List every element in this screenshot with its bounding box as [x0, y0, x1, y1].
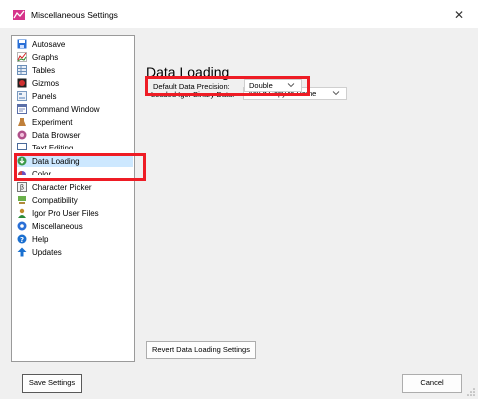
- sidebar-item-igor-pro-user-files[interactable]: Igor Pro User Files: [15, 208, 133, 219]
- sidebar-item-character-picker[interactable]: β Character Picker: [15, 182, 133, 193]
- sidebar-item-panels[interactable]: Panels: [15, 91, 133, 102]
- sidebar-item-label: Updates: [32, 248, 62, 257]
- autosave-icon: [17, 39, 27, 49]
- character-picker-icon: β: [17, 182, 27, 192]
- gizmos-icon: [17, 78, 27, 88]
- sidebar-item-help[interactable]: ? Help: [15, 234, 133, 245]
- sidebar-item-command-window[interactable]: Command Window: [15, 104, 133, 115]
- panels-icon: [17, 91, 27, 101]
- sidebar-item-label: Compatibility: [32, 196, 78, 205]
- sidebar-item-label: Graphs: [32, 53, 59, 62]
- app-icon: [13, 10, 25, 20]
- close-icon: ✕: [453, 8, 465, 22]
- sidebar-item-label: Experiment: [32, 118, 73, 127]
- highlight-data-loading-item: [14, 153, 146, 181]
- sidebar-item-compatibility[interactable]: Compatibility: [15, 195, 133, 206]
- text-editing-icon: [17, 143, 27, 150]
- sidebar-item-updates[interactable]: Updates: [15, 247, 133, 258]
- graphs-icon: [17, 52, 27, 62]
- sidebar-item-label: Panels: [32, 92, 57, 101]
- cancel-button[interactable]: Cancel: [402, 374, 462, 393]
- help-icon: ?: [17, 234, 27, 244]
- svg-text:β: β: [20, 184, 24, 192]
- sidebar-item-label: Help: [32, 235, 49, 244]
- sidebar-item-label: Character Picker: [32, 183, 92, 192]
- user-files-icon: [18, 208, 26, 218]
- sidebar-item-miscellaneous[interactable]: Miscellaneous: [15, 221, 133, 232]
- sidebar-item-autosave[interactable]: Autosave: [15, 39, 133, 50]
- sidebar-item-label: Miscellaneous: [32, 222, 83, 231]
- sidebar-item-label: Autosave: [32, 40, 66, 49]
- sidebar-item-label: Gizmos: [32, 79, 60, 88]
- sidebar-item-experiment[interactable]: Experiment: [15, 117, 133, 128]
- sidebar-item-label: Data Browser: [32, 131, 81, 140]
- compatibility-icon: [18, 196, 26, 204]
- revert-data-loading-settings-button[interactable]: Revert Data Loading Settings: [146, 341, 256, 359]
- miscellaneous-icon: [17, 221, 27, 231]
- updates-icon: [17, 247, 27, 257]
- sidebar-item-tables[interactable]: Tables: [15, 65, 133, 76]
- sidebar-item-data-browser[interactable]: Data Browser: [15, 130, 133, 141]
- revert-button-label: Revert Data Loading Settings: [152, 345, 250, 354]
- sidebar-item-gizmos[interactable]: Gizmos: [15, 78, 133, 89]
- sidebar-item-graphs[interactable]: Graphs: [15, 52, 133, 63]
- resize-grip-icon[interactable]: [466, 387, 476, 397]
- sidebar-item-label: Command Window: [32, 105, 100, 114]
- settings-category-list[interactable]: Autosave Graphs Tables Gizmos Panels Com…: [11, 35, 135, 362]
- chevron-down-icon: [332, 91, 340, 96]
- title-bar: Miscellaneous Settings ✕: [0, 0, 478, 28]
- window-title: Miscellaneous Settings: [31, 10, 118, 20]
- save-settings-label: Save Settings: [28, 378, 76, 387]
- data-browser-icon: [17, 130, 27, 140]
- sidebar-item-label: Tables: [32, 66, 56, 75]
- tables-icon: [17, 65, 27, 75]
- close-button[interactable]: ✕: [448, 6, 470, 24]
- svg-text:?: ?: [20, 236, 24, 244]
- save-settings-button[interactable]: Save Settings: [22, 374, 82, 393]
- highlight-default-precision-row: [145, 76, 310, 96]
- experiment-icon: [18, 118, 26, 126]
- cancel-label: Cancel: [420, 378, 444, 387]
- command-window-icon: [17, 104, 27, 114]
- sidebar-item-label: Igor Pro User Files: [32, 209, 99, 218]
